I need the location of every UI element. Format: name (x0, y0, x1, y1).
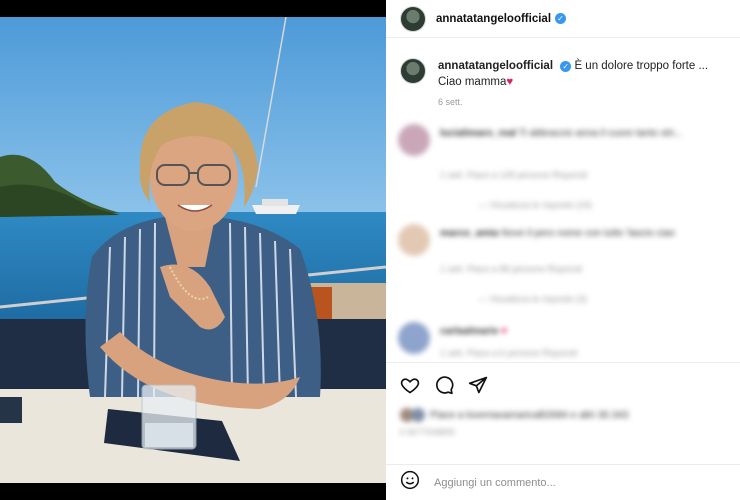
commenter-name[interactable]: carlaalmarie (440, 326, 498, 337)
comment-meta[interactable]: 1 sett. Piace a 6 persone Rispondi (440, 348, 577, 358)
post-sidebar: annatatangeloofficial ✓ annatatangelooff… (386, 0, 740, 500)
post-image (0, 17, 386, 483)
likes-summary: Piace a lovemaxamaricalli2684 e altri 30… (400, 408, 730, 442)
view-replies-link[interactable]: — Visualizza le risposte (3) (478, 294, 587, 304)
commenter-avatar[interactable] (398, 124, 430, 156)
post-header: annatatangeloofficial ✓ (386, 0, 740, 38)
comment-meta[interactable]: 1 sett. Piace a 128 persone Rispondi (440, 170, 587, 180)
caption-line-1: È un dolore troppo forte ... (574, 60, 709, 72)
comment-text: ♥ (501, 326, 508, 337)
author-avatar[interactable] (400, 5, 426, 32)
liker-avatar (411, 408, 425, 422)
post-date: 6 SETTEMBRE (400, 428, 456, 437)
comment-input[interactable] (434, 476, 684, 489)
post-actions (386, 362, 740, 406)
view-replies-link[interactable]: — Visualizza le risposte (19) (478, 200, 592, 210)
comment-text: Ti abbraccio anna il cuore tanto stri... (518, 128, 683, 139)
author-username[interactable]: annatatangeloofficial (436, 13, 551, 25)
heart-emoji-icon: ♥ (506, 76, 514, 88)
add-comment-bar (386, 464, 740, 500)
comment-text: Nove il pero nome con tutto 'lascio ciao (501, 228, 675, 239)
commenter-avatar[interactable] (398, 322, 430, 354)
caption-timestamp[interactable]: 6 sett. (438, 94, 708, 110)
commenter-name[interactable]: lucialimaro_real (440, 128, 516, 139)
comment-icon[interactable] (434, 375, 454, 395)
caption-username[interactable]: annatatangeloofficial (438, 60, 553, 72)
likes-text[interactable]: Piace a lovemaxamaricalli2684 e altri 30… (430, 410, 628, 421)
commenter-avatar[interactable] (398, 224, 430, 256)
post-caption: annatatangeloofficial ✓ È un dolore trop… (400, 58, 730, 110)
caption-verified-icon: ✓ (560, 61, 572, 72)
share-icon[interactable] (468, 375, 488, 395)
emoji-icon[interactable] (400, 470, 420, 495)
comments-list: lucialimaro_real Ti abbraccio anna il cu… (386, 118, 740, 366)
commenter-name[interactable]: marco_amia (440, 228, 498, 239)
verified-badge-icon: ✓ (555, 13, 567, 24)
post-photo[interactable] (0, 17, 386, 483)
caption-line-2: Ciao mamma (438, 76, 507, 88)
caption-avatar[interactable] (400, 58, 426, 84)
comment-meta[interactable]: 1 sett. Piace a 88 persone Rispondi (440, 264, 582, 274)
heart-icon[interactable] (400, 375, 420, 395)
